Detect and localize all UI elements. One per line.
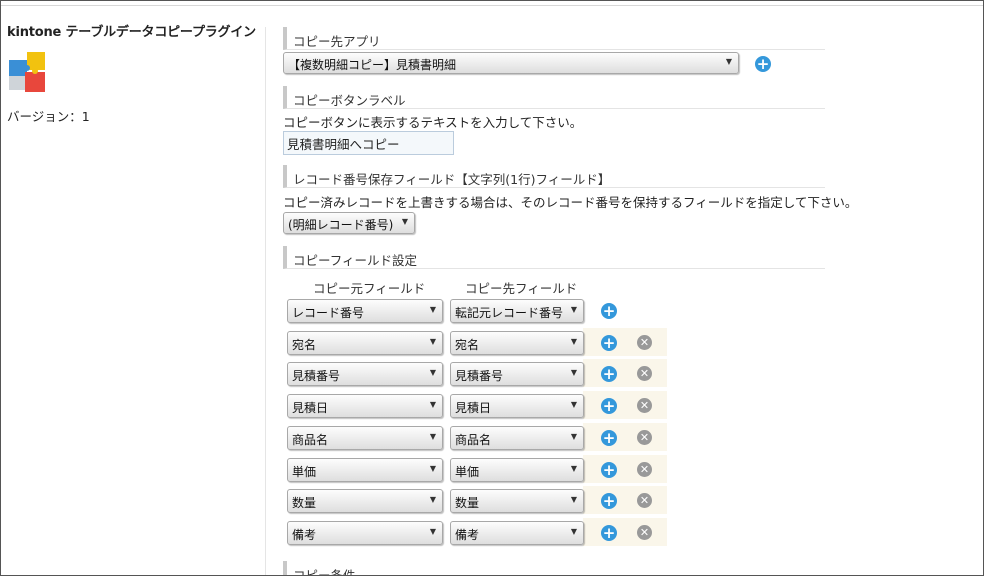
triangle-down-icon: ▼ xyxy=(570,337,577,346)
select-value: レコード番号 xyxy=(292,306,365,320)
target-field-select[interactable]: 備考 ▼ xyxy=(450,521,584,545)
select-value: 【複数明細コピー】見積書明細 xyxy=(288,58,457,72)
triangle-down-icon: ▼ xyxy=(570,432,577,441)
plugin-settings-page: kintone テーブルデータコピープラグイン バージョン：1 コピー先アプリ … xyxy=(0,0,984,576)
triangle-down-icon: ▼ xyxy=(570,464,577,473)
triangle-down-icon: ▼ xyxy=(429,400,436,409)
add-row-button[interactable]: + xyxy=(601,366,617,382)
section-header-conditions: コピー条件 xyxy=(283,561,825,576)
triangle-down-icon: ▼ xyxy=(570,400,577,409)
source-field-select[interactable]: 見積日 ▼ xyxy=(287,394,443,418)
source-field-select[interactable]: 備考 ▼ xyxy=(287,521,443,545)
section-title: コピーボタンラベル xyxy=(293,93,406,108)
select-value: (明細レコード番号) xyxy=(288,218,394,232)
select-value: 宛名 xyxy=(292,338,317,352)
row-highlight xyxy=(583,486,667,514)
remove-row-button[interactable]: ✕ xyxy=(637,462,652,477)
section-header-button-label: コピーボタンラベル xyxy=(283,86,825,109)
triangle-down-icon: ▼ xyxy=(570,368,577,377)
triangle-down-icon: ▼ xyxy=(429,464,436,473)
select-value: 見積番号 xyxy=(292,369,341,383)
select-value: 数量 xyxy=(455,496,480,510)
record-field-description: コピー済みレコードを上書きする場合は、そのレコード番号を保持するフィールドを指定… xyxy=(283,195,858,210)
triangle-down-icon: ▼ xyxy=(570,495,577,504)
section-title: レコード番号保存フィールド【文字列(1行)フィールド】 xyxy=(293,172,611,187)
triangle-down-icon: ▼ xyxy=(429,368,436,377)
target-field-select[interactable]: 数量 ▼ xyxy=(450,489,584,513)
triangle-down-icon: ▼ xyxy=(401,217,408,226)
remove-row-button[interactable]: ✕ xyxy=(637,335,652,350)
triangle-down-icon: ▼ xyxy=(570,305,577,314)
section-title: コピーフィールド設定 xyxy=(293,253,418,268)
source-field-select[interactable]: 見積番号 ▼ xyxy=(287,362,443,386)
select-value: 見積番号 xyxy=(455,369,504,383)
row-highlight xyxy=(583,455,667,483)
add-row-button[interactable]: + xyxy=(601,525,617,541)
select-value: 備考 xyxy=(455,528,480,542)
source-field-select[interactable]: 数量 ▼ xyxy=(287,489,443,513)
target-field-select[interactable]: 単価 ▼ xyxy=(450,458,584,482)
select-value: 数量 xyxy=(292,496,317,510)
add-row-button[interactable]: + xyxy=(601,335,617,351)
select-value: 見積日 xyxy=(455,401,492,415)
add-row-button[interactable]: + xyxy=(601,493,617,509)
add-row-button[interactable]: + xyxy=(601,430,617,446)
triangle-down-icon: ▼ xyxy=(429,337,436,346)
row-highlight xyxy=(583,391,667,419)
target-column-header: コピー先フィールド xyxy=(465,281,578,296)
copy-app-select[interactable]: 【複数明細コピー】見積書明細 ▼ xyxy=(283,52,739,74)
target-field-select[interactable]: 商品名 ▼ xyxy=(450,426,584,450)
triangle-down-icon: ▼ xyxy=(429,305,436,314)
select-value: 単価 xyxy=(455,465,480,479)
row-highlight xyxy=(583,518,667,546)
plugin-info: kintone テーブルデータコピープラグイン バージョン：1 xyxy=(7,21,261,125)
puzzle-logo-icon xyxy=(9,52,45,92)
source-field-select[interactable]: レコード番号 ▼ xyxy=(287,299,443,323)
triangle-down-icon: ▼ xyxy=(725,57,732,66)
section-header-field-settings: コピーフィールド設定 xyxy=(283,246,825,269)
source-field-select[interactable]: 単価 ▼ xyxy=(287,458,443,482)
plugin-version: バージョン：1 xyxy=(7,109,90,124)
row-highlight xyxy=(583,359,667,387)
select-value: 備考 xyxy=(292,528,317,542)
button-label-input[interactable] xyxy=(283,131,454,155)
section-title: コピー先アプリ xyxy=(293,34,381,49)
add-row-button[interactable]: + xyxy=(601,398,617,414)
select-value: 宛名 xyxy=(455,338,480,352)
remove-row-button[interactable]: ✕ xyxy=(637,525,652,540)
row-highlight xyxy=(583,423,667,451)
source-field-select[interactable]: 宛名 ▼ xyxy=(287,331,443,355)
source-field-select[interactable]: 商品名 ▼ xyxy=(287,426,443,450)
plugin-title: kintone テーブルデータコピープラグイン xyxy=(7,25,256,40)
target-field-select[interactable]: 宛名 ▼ xyxy=(450,331,584,355)
row-highlight xyxy=(583,328,667,356)
source-column-header: コピー元フィールド xyxy=(313,281,426,296)
target-field-select[interactable]: 見積日 ▼ xyxy=(450,394,584,418)
record-field-select[interactable]: (明細レコード番号) ▼ xyxy=(283,212,415,234)
select-value: 単価 xyxy=(292,465,317,479)
add-app-button[interactable]: + xyxy=(755,56,771,72)
divider xyxy=(265,27,266,575)
triangle-down-icon: ▼ xyxy=(570,527,577,536)
select-value: 転記元レコード番号 xyxy=(455,306,564,320)
select-value: 商品名 xyxy=(292,433,329,447)
remove-row-button[interactable]: ✕ xyxy=(637,493,652,508)
button-label-description: コピーボタンに表示するテキストを入力して下さい。 xyxy=(283,115,583,130)
remove-row-button[interactable]: ✕ xyxy=(637,366,652,381)
section-header-record-field: レコード番号保存フィールド【文字列(1行)フィールド】 xyxy=(283,165,825,188)
triangle-down-icon: ▼ xyxy=(429,527,436,536)
select-value: 商品名 xyxy=(455,433,492,447)
add-row-button[interactable]: + xyxy=(601,303,617,319)
add-row-button[interactable]: + xyxy=(601,462,617,478)
section-title: コピー条件 xyxy=(293,568,356,576)
select-value: 見積日 xyxy=(292,401,329,415)
section-header-copy-app: コピー先アプリ xyxy=(283,27,825,50)
target-field-select[interactable]: 見積番号 ▼ xyxy=(450,362,584,386)
triangle-down-icon: ▼ xyxy=(429,495,436,504)
remove-row-button[interactable]: ✕ xyxy=(637,398,652,413)
remove-row-button[interactable]: ✕ xyxy=(637,430,652,445)
triangle-down-icon: ▼ xyxy=(429,432,436,441)
target-field-select[interactable]: 転記元レコード番号 ▼ xyxy=(450,299,584,323)
